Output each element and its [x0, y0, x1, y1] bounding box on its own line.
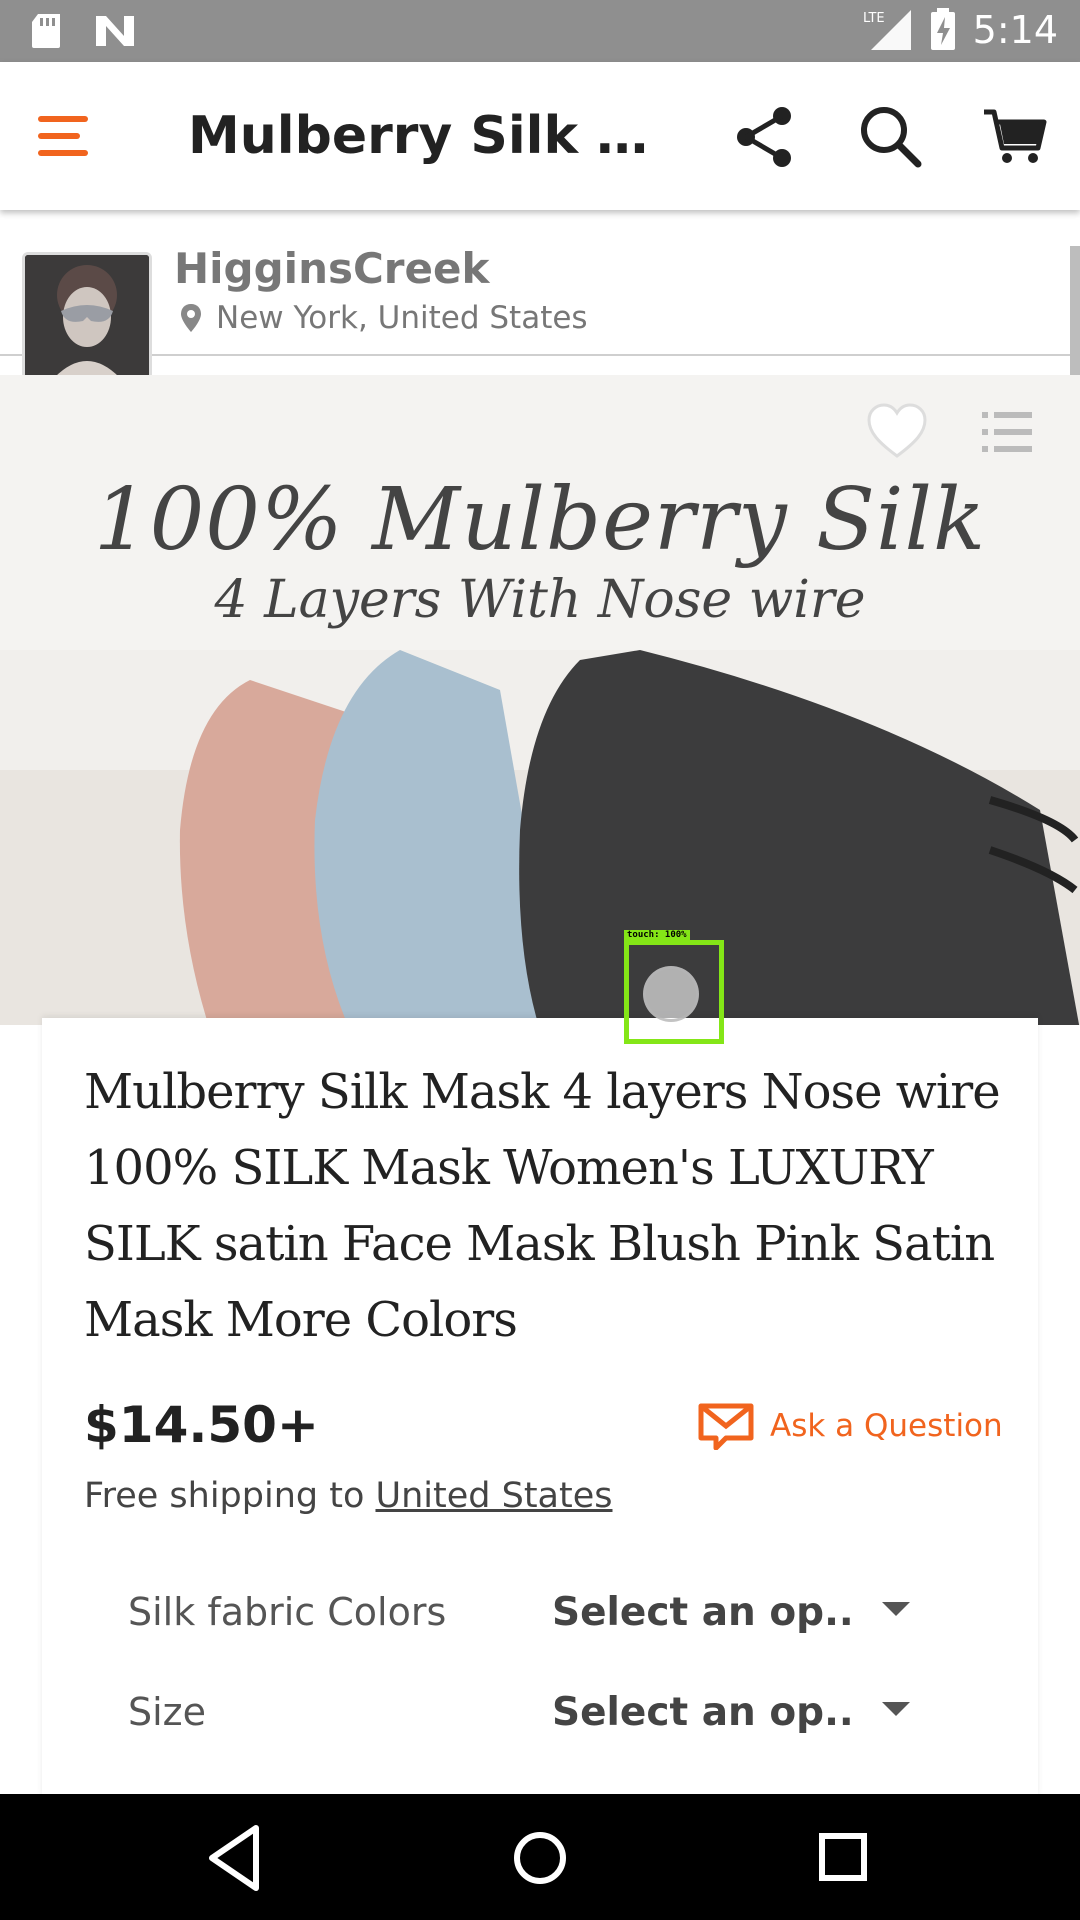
home-icon[interactable] — [500, 1820, 580, 1896]
page-title: Mulberry Silk Mas... — [188, 106, 688, 166]
recents-icon[interactable] — [804, 1820, 884, 1896]
menu-icon — [38, 116, 88, 122]
option-value: Select an op.. — [552, 1690, 854, 1735]
shop-location: New York, United States — [180, 300, 588, 336]
option-label: Size — [128, 1690, 207, 1734]
app-bar: Mulberry Silk Mas... — [0, 62, 1080, 210]
notification-n-icon — [96, 16, 134, 46]
shipping-destination-link[interactable]: United States — [375, 1476, 612, 1516]
navigation-bar — [0, 1794, 1080, 1920]
location-pin-icon — [181, 304, 201, 332]
svg-text:LTE: LTE — [863, 11, 885, 26]
option-label: Silk fabric Colors — [128, 1590, 447, 1634]
shop-location-text: New York, United States — [216, 300, 588, 336]
search-icon[interactable] — [856, 102, 926, 172]
masquerade-avatar-icon — [25, 255, 149, 377]
shipping-info: Free shipping to United States — [84, 1476, 613, 1516]
ask-question-button[interactable]: Ask a Question — [698, 1402, 1003, 1450]
shop-avatar[interactable] — [22, 252, 152, 380]
product-image[interactable]: 100% Mulberry Silk 4 Layers With Nose wi… — [0, 375, 1080, 1025]
silk-masks-photo — [0, 650, 1080, 1025]
image-subline: 4 Layers With Nose wire — [214, 570, 866, 630]
silk-colors-select[interactable]: Select an op.. — [552, 1590, 952, 1660]
shipping-text: Free shipping to — [84, 1476, 376, 1516]
ask-question-label: Ask a Question — [770, 1408, 1003, 1444]
status-bar: LTE 5:14 — [0, 0, 1080, 62]
option-row-silk-colors: Silk fabric Colors Select an op.. — [128, 1590, 978, 1660]
share-icon[interactable] — [730, 102, 800, 172]
sd-card-icon — [32, 14, 60, 48]
signal-lte-icon: LTE — [863, 10, 911, 50]
clock: 5:14 — [972, 8, 1058, 52]
favorite-heart-icon[interactable] — [866, 402, 928, 460]
menu-button[interactable] — [38, 108, 110, 164]
add-to-list-icon[interactable] — [982, 410, 1032, 454]
size-select[interactable]: Select an op.. — [552, 1690, 952, 1760]
product-title: Mulberry Silk Mask 4 layers Nose wire 10… — [84, 1064, 1001, 1348]
cart-icon[interactable] — [980, 102, 1050, 172]
option-row-size: Size Select an op.. — [128, 1690, 978, 1760]
chevron-down-icon — [882, 1702, 910, 1716]
chevron-down-icon — [882, 1602, 910, 1616]
touch-point — [643, 966, 699, 1022]
shop-name[interactable]: HigginsCreek — [174, 244, 489, 293]
mail-icon — [698, 1403, 754, 1450]
shop-header[interactable]: HigginsCreek New York, United States — [0, 244, 1080, 380]
touch-indicator-label: touch: 100% — [624, 930, 690, 940]
product-details-card: Mulberry Silk Mask 4 layers Nose wire 10… — [42, 1018, 1038, 1798]
product-price: $14.50+ — [84, 1396, 319, 1454]
image-headline: 100% Mulberry Silk — [93, 470, 987, 570]
battery-charging-icon — [930, 8, 955, 50]
option-value: Select an op.. — [552, 1590, 854, 1635]
back-icon[interactable] — [196, 1820, 276, 1896]
